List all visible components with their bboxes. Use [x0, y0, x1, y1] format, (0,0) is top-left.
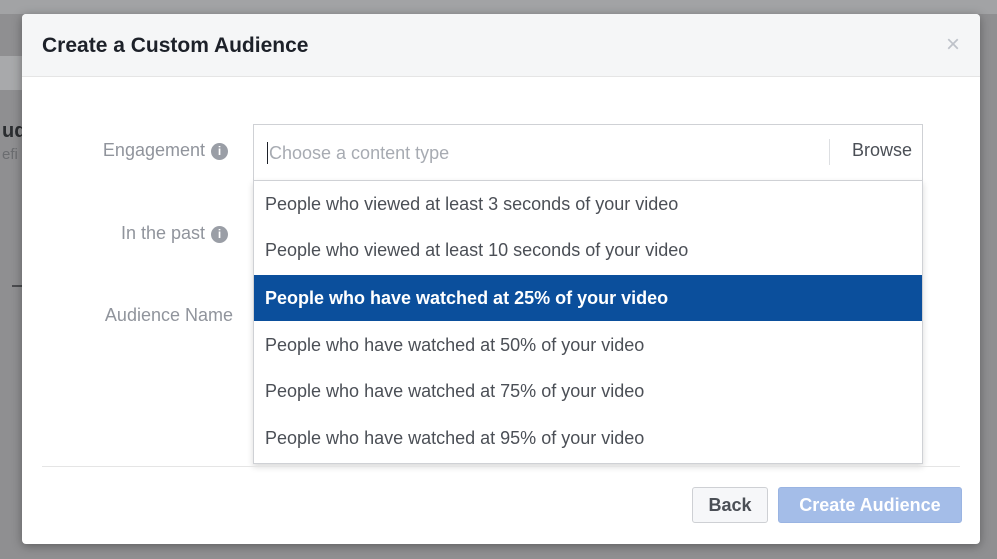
- dialog-title: Create a Custom Audience: [42, 34, 309, 57]
- dropdown-option[interactable]: People who have watched at 75% of your v…: [254, 368, 922, 414]
- engagement-label: Engagement: [102, 140, 205, 160]
- background-partial-subtext: efi: [2, 146, 18, 163]
- in-the-past-label-row: In the past i: [42, 223, 228, 244]
- dropdown-option[interactable]: People who viewed at least 3 seconds of …: [254, 181, 922, 227]
- background-divider-strip: [0, 56, 22, 90]
- background-header-strip: [0, 0, 997, 14]
- dialog-header: Create a Custom Audience ×: [22, 14, 980, 77]
- close-icon[interactable]: ×: [944, 33, 962, 57]
- info-icon[interactable]: i: [211, 226, 228, 243]
- back-button[interactable]: Back: [692, 487, 768, 523]
- dropdown-option-selected[interactable]: People who have watched at 25% of your v…: [254, 275, 922, 321]
- browse-divider: [829, 139, 830, 165]
- custom-audience-dialog: Create a Custom Audience × Engagement i I…: [22, 14, 980, 544]
- background-rule: [12, 285, 22, 287]
- dropdown-option[interactable]: People who have watched at 95% of your v…: [254, 415, 922, 461]
- content-type-input[interactable]: Choose a content type Browse: [253, 124, 923, 180]
- dropdown-option[interactable]: People who have watched at 50% of your v…: [254, 322, 922, 368]
- audience-name-label: Audience Name: [104, 305, 233, 325]
- in-the-past-label: In the past: [120, 223, 205, 243]
- footer-divider: [42, 466, 960, 467]
- create-audience-button[interactable]: Create Audience: [778, 487, 962, 523]
- content-type-dropdown: People who viewed at least 3 seconds of …: [253, 180, 923, 464]
- engagement-label-row: Engagement i: [42, 140, 228, 161]
- text-caret: [267, 142, 268, 164]
- dropdown-option[interactable]: People who viewed at least 10 seconds of…: [254, 227, 922, 273]
- browse-button[interactable]: Browse: [852, 140, 912, 161]
- info-icon[interactable]: i: [211, 143, 228, 160]
- content-type-placeholder: Choose a content type: [269, 143, 450, 163]
